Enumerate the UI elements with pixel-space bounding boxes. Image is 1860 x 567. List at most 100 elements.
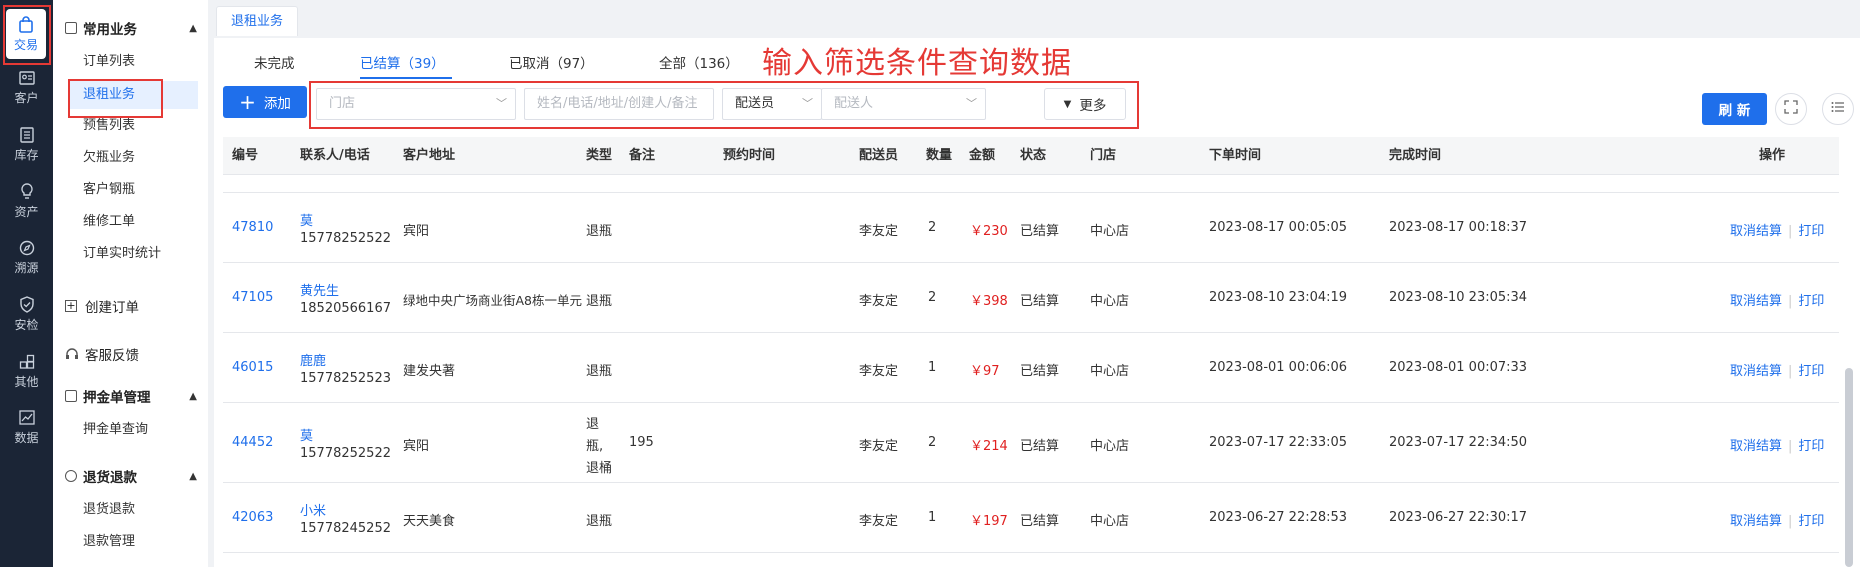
- sidebar-item-repair-orders[interactable]: 维修工单: [83, 211, 135, 233]
- content-panel: 未完成 已结算（39） 已取消（97） 全部（136） 输入筛选条件查询数据 +…: [214, 38, 1860, 567]
- sidebar-item-presale-list[interactable]: 预售列表: [83, 115, 135, 137]
- print-link[interactable]: 打印: [1798, 224, 1824, 239]
- group-title: 退货退款: [83, 470, 137, 486]
- header-id: 编号: [232, 148, 259, 163]
- group-returns-refunds[interactable]: 退货退款 ▲: [65, 464, 205, 488]
- store: 中心店: [1090, 364, 1130, 379]
- sidebar-item-order-stats[interactable]: 订单实时统计: [83, 243, 161, 265]
- header-quantity: 数量: [926, 148, 953, 163]
- store-select[interactable]: 门店 ﹀: [316, 88, 516, 120]
- table-row[interactable]: 46015 鹿鹿 15778252523 建发央著 退瓶 李友定 1 ￥97 已…: [223, 333, 1839, 403]
- contact-name[interactable]: 鹿鹿: [300, 350, 326, 369]
- order-time: 2023-06-27 22:28:53: [1209, 510, 1348, 525]
- courier-type-select[interactable]: 配送员 ﹀: [722, 88, 822, 120]
- table-row[interactable]: 47810 莫 15778252522 宾阳 退瓶 李友定 2 ￥230 已结算…: [223, 193, 1839, 263]
- search-input[interactable]: 姓名/电话/地址/创建人/备注: [524, 88, 714, 120]
- rail-label: 安检: [14, 317, 39, 332]
- amount: ￥97: [970, 364, 1000, 379]
- cancel-settlement-link[interactable]: 取消结算: [1730, 514, 1782, 529]
- order-id-link[interactable]: 46015: [232, 360, 273, 375]
- status: 已结算: [1020, 294, 1060, 309]
- print-link[interactable]: 打印: [1798, 439, 1824, 454]
- bag-icon: [17, 16, 35, 34]
- print-link[interactable]: 打印: [1798, 364, 1824, 379]
- menu-customer-feedback[interactable]: 客服反馈: [65, 342, 205, 366]
- cancel-settlement-link[interactable]: 取消结算: [1730, 364, 1782, 379]
- order-id-link[interactable]: 47105: [232, 290, 273, 305]
- chevron-up-icon: ▲: [189, 390, 197, 402]
- rail-item-trade[interactable]: 交易: [6, 9, 46, 59]
- cancel-settlement-link[interactable]: 取消结算: [1730, 439, 1782, 454]
- table-row[interactable]: 42063 小米 15778245252 天天美食 退瓶 李友定 1 ￥197 …: [223, 483, 1839, 553]
- note: 195: [629, 435, 654, 450]
- bulb-icon: [18, 183, 36, 201]
- store: 中心店: [1090, 439, 1130, 454]
- contact-name[interactable]: 黄先生: [300, 280, 339, 299]
- contact-name[interactable]: 莫: [300, 210, 313, 229]
- status: 已结算: [1020, 224, 1060, 239]
- order-id-link[interactable]: 44452: [232, 435, 273, 450]
- group-common-business[interactable]: 常用业务 ▲: [65, 16, 205, 40]
- add-button[interactable]: + 添加: [223, 86, 307, 118]
- store: 中心店: [1090, 294, 1130, 309]
- group-deposit-management[interactable]: 押金单管理 ▲: [65, 384, 205, 408]
- column-settings-button[interactable]: [1822, 93, 1854, 125]
- more-filters-button[interactable]: ▼ 更多: [1044, 88, 1126, 120]
- fullscreen-button[interactable]: [1775, 93, 1807, 125]
- rail-item-assets[interactable]: 资产: [0, 174, 53, 228]
- amount: ￥398: [970, 294, 1008, 309]
- sidebar-item-returns[interactable]: 退货退款: [83, 499, 135, 521]
- status: 已结算: [1020, 364, 1060, 379]
- rail-label: 溯源: [14, 260, 39, 275]
- sidebar-item-owed-bottles[interactable]: 欠瓶业务: [83, 147, 135, 169]
- sidebar-item-customer-cylinders[interactable]: 客户钢瓶: [83, 179, 135, 201]
- rail-item-other[interactable]: 其他: [0, 344, 53, 398]
- tab-cancelled[interactable]: 已取消（97）: [509, 52, 594, 72]
- table-scrollbar[interactable]: [1845, 368, 1853, 567]
- print-link[interactable]: 打印: [1798, 294, 1824, 309]
- apps-icon: [18, 353, 36, 371]
- courier: 李友定: [859, 364, 899, 379]
- tab-all[interactable]: 全部（136）: [659, 52, 739, 72]
- order-type: 退瓶: [586, 294, 613, 309]
- print-link[interactable]: 打印: [1798, 514, 1824, 529]
- tab-settled[interactable]: 已结算（39）: [360, 52, 445, 72]
- quantity: 2: [928, 435, 937, 450]
- sidebar-item-rental-return[interactable]: 退租业务: [83, 84, 135, 106]
- main-area: 退租业务 未完成 已结算（39） 已取消（97） 全部（136） 输入筛选条件查…: [214, 0, 1860, 567]
- store-placeholder: 门店: [329, 96, 356, 111]
- rail-item-customer[interactable]: 客户: [0, 60, 53, 114]
- menu-create-order[interactable]: + 创建订单: [65, 294, 205, 318]
- courier-select[interactable]: 配送人 ﹀: [821, 88, 986, 120]
- rail-item-safety[interactable]: 安检: [0, 287, 53, 341]
- table-row[interactable]: 44452 莫 15778252522 宾阳 退 瓶, 退桶 195 李友定 2…: [223, 403, 1839, 483]
- rail-item-data[interactable]: 数据: [0, 400, 53, 454]
- customer-address: 天天美食: [403, 514, 456, 529]
- sidebar-item-refund-management[interactable]: 退款管理: [83, 531, 135, 553]
- order-time: 2023-08-01 00:06:06: [1209, 360, 1348, 375]
- sidebar-item-deposit-query[interactable]: 押金单查询: [83, 419, 148, 441]
- finish-time: 2023-08-01 00:07:33: [1389, 360, 1528, 375]
- page-tab-rental-return[interactable]: 退租业务: [216, 6, 299, 36]
- header-order-time: 下单时间: [1209, 148, 1262, 163]
- tab-incomplete[interactable]: 未完成: [254, 52, 295, 72]
- rail-label: 交易: [13, 37, 38, 52]
- sidebar-item-order-list[interactable]: 订单列表: [83, 51, 135, 73]
- table-row-partial: [223, 175, 1839, 193]
- order-id-link[interactable]: 47810: [232, 220, 273, 235]
- amount: ￥214: [970, 439, 1008, 454]
- refresh-button[interactable]: 刷 新: [1702, 93, 1767, 125]
- contact-name[interactable]: 小米: [300, 500, 326, 519]
- rail-item-inventory[interactable]: 库存: [0, 117, 53, 171]
- page-tab-bar: 退租业务: [214, 0, 1860, 38]
- table-row[interactable]: 47105 黄先生 18520566167 绿地中央广场商业街A8栋一单元 退瓶…: [223, 263, 1839, 333]
- cancel-settlement-link[interactable]: 取消结算: [1730, 294, 1782, 309]
- rail-item-trace[interactable]: 溯源: [0, 230, 53, 284]
- order-time: 2023-07-17 22:33:05: [1209, 435, 1348, 450]
- header-amount: 金额: [969, 148, 996, 163]
- courier-placeholder: 配送人: [834, 96, 874, 111]
- cancel-settlement-link[interactable]: 取消结算: [1730, 224, 1782, 239]
- contact-name[interactable]: 莫: [300, 425, 313, 444]
- order-id-link[interactable]: 42063: [232, 510, 273, 525]
- list-icon: [65, 22, 77, 34]
